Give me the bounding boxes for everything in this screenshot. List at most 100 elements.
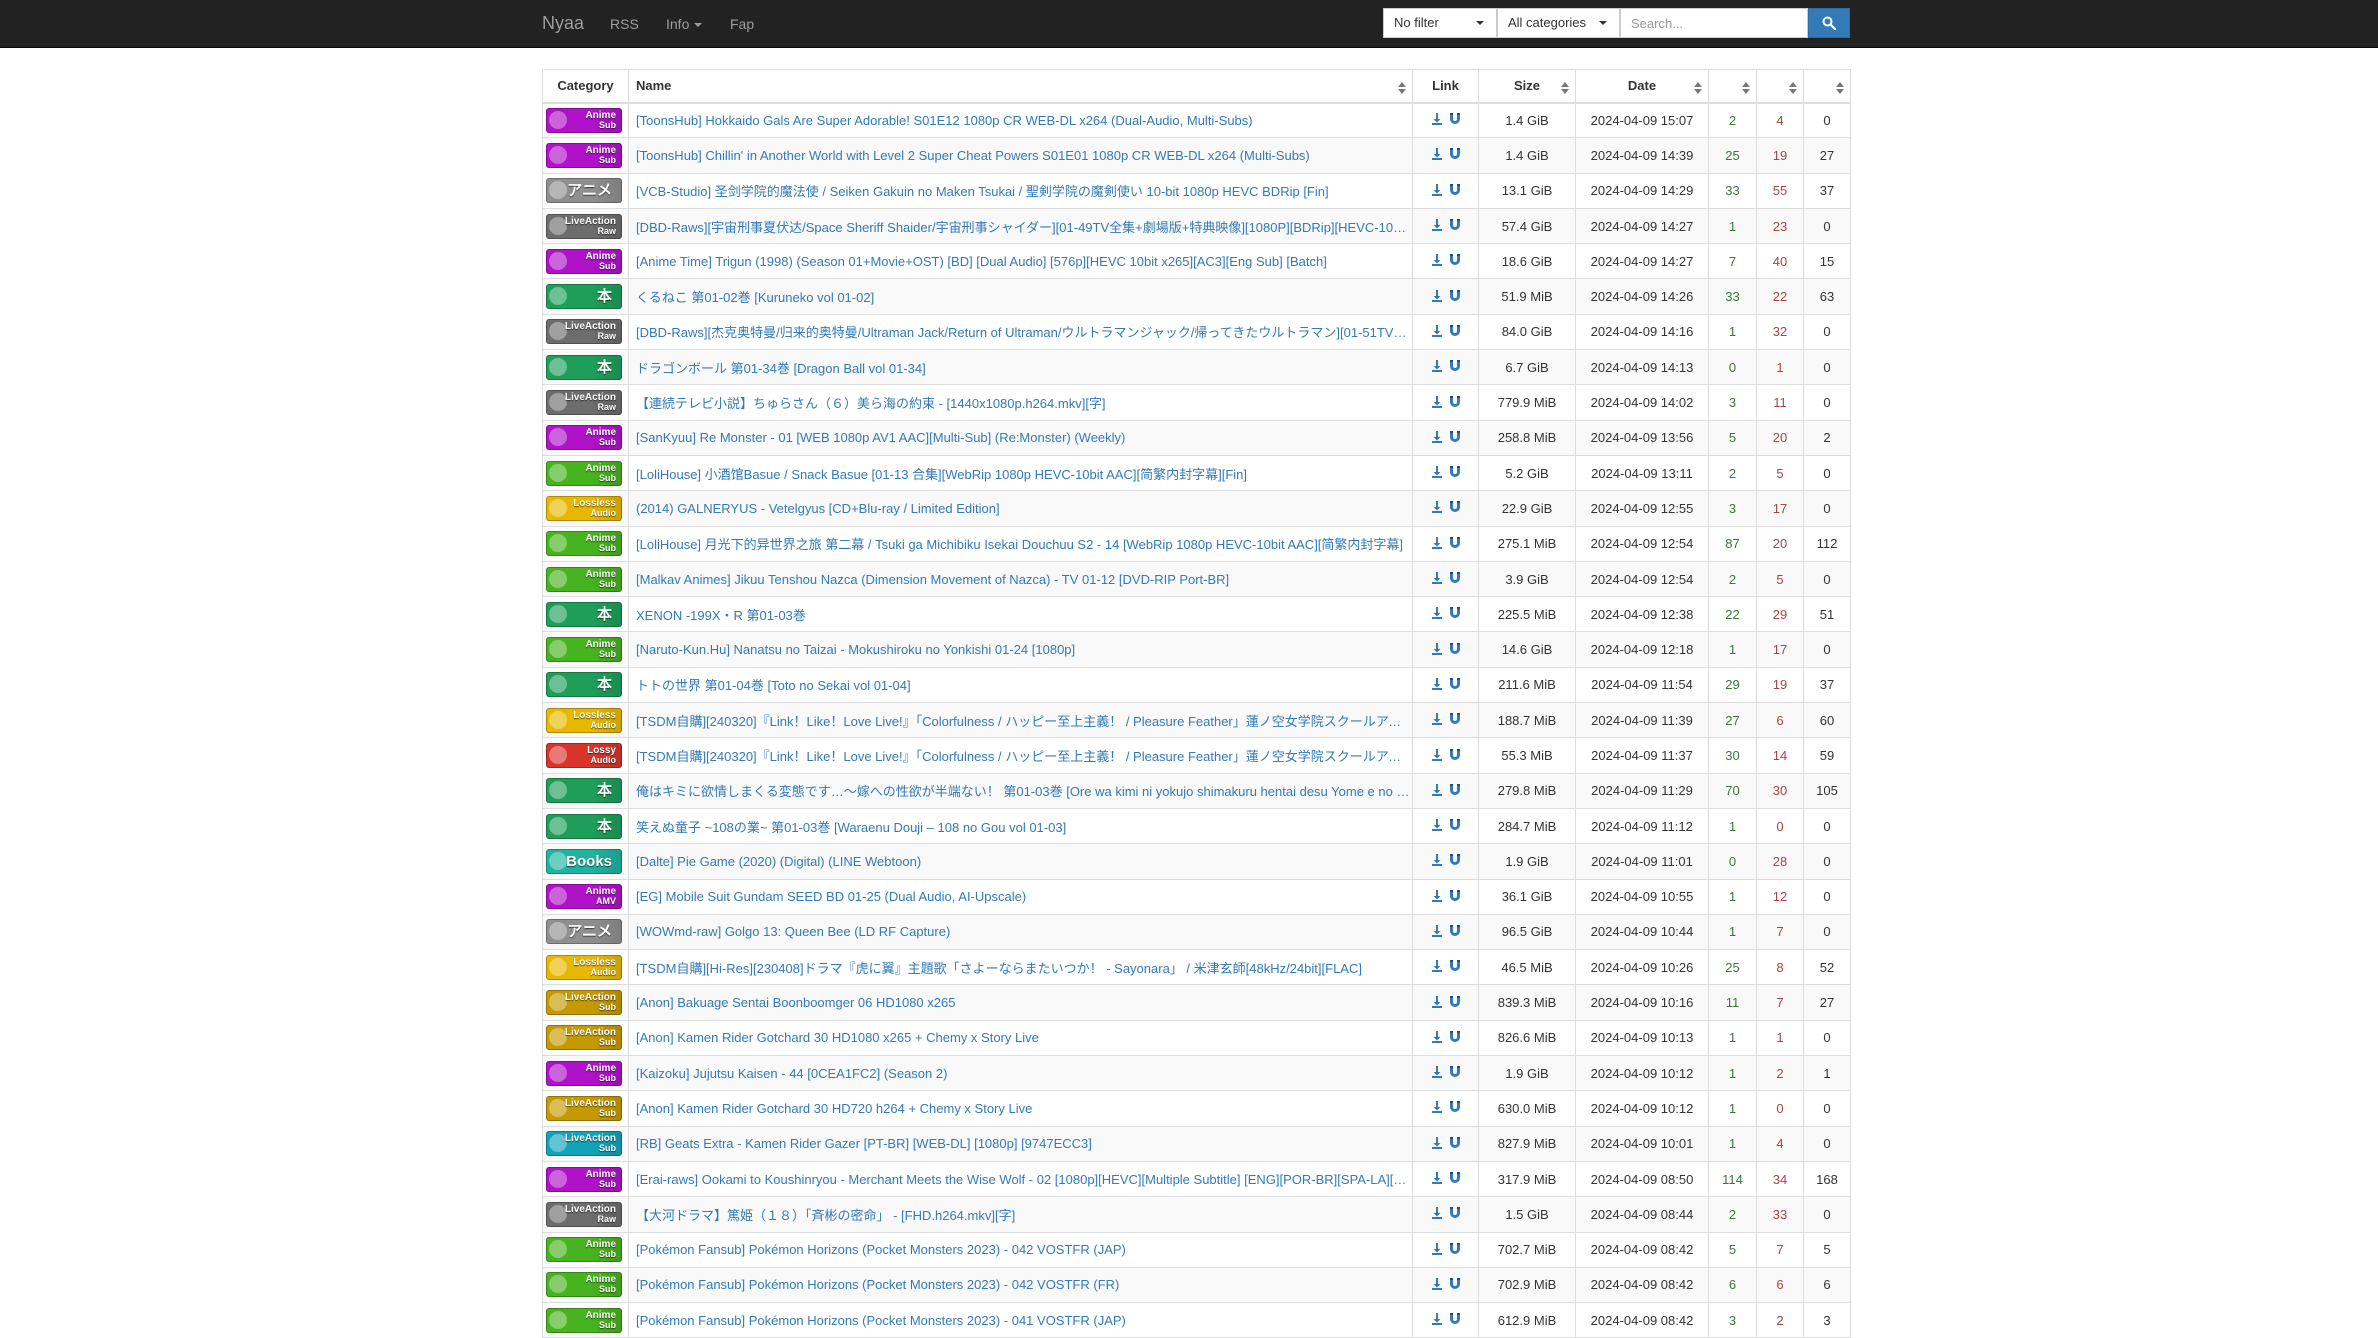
filter-select[interactable]: No filter xyxy=(1383,8,1497,38)
torrent-name-link[interactable]: [Anon] Kamen Rider Gotchard 30 HD1080 x2… xyxy=(636,1030,1039,1045)
category-badge[interactable]: LiveAction Raw xyxy=(546,319,622,345)
torrent-name-link[interactable]: [Pokémon Fansub] Pokémon Horizons (Pocke… xyxy=(636,1277,1119,1292)
download-icon[interactable] xyxy=(1431,1066,1443,1081)
category-badge[interactable]: Anime Sub xyxy=(546,1060,622,1086)
category-badge[interactable]: Anime Sub xyxy=(546,107,622,133)
magnet-icon[interactable] xyxy=(1449,572,1461,587)
category-badge[interactable]: Anime Sub xyxy=(546,1272,622,1298)
torrent-name-link[interactable]: [RB] Geats Extra - Kamen Rider Gazer [PT… xyxy=(636,1136,1092,1151)
category-badge[interactable]: 本 xyxy=(546,813,622,839)
search-input[interactable] xyxy=(1620,8,1808,38)
magnet-icon[interactable] xyxy=(1449,889,1461,905)
torrent-name-link[interactable]: [Naruto-Kun.Hu] Nanatsu no Taizai - Moku… xyxy=(636,642,1075,657)
category-badge[interactable]: LiveAction Sub xyxy=(546,990,622,1016)
magnet-icon[interactable] xyxy=(1449,1172,1461,1187)
torrent-name-link[interactable]: 俺はキミに欲情しまくる変態です…～嫁への性欲が半端ない！ 第01-03巻 [Or… xyxy=(636,784,1412,799)
download-icon[interactable] xyxy=(1431,430,1443,446)
download-icon[interactable] xyxy=(1431,536,1443,552)
category-badge[interactable]: 本 xyxy=(546,354,622,380)
magnet-icon[interactable] xyxy=(1449,1313,1461,1328)
magnet-icon[interactable] xyxy=(1449,783,1461,799)
magnet-icon[interactable] xyxy=(1449,254,1461,269)
category-badge[interactable]: 本 xyxy=(546,778,622,804)
search-button[interactable] xyxy=(1808,8,1850,38)
torrent-name-link[interactable]: 【連続テレビ小説】ちゅらさん（６）美ら海の約束 - [1440x1080p.h2… xyxy=(636,396,1106,411)
category-badge[interactable]: アニメ xyxy=(546,919,622,945)
category-badge[interactable]: Lossless Audio xyxy=(546,495,622,521)
magnet-icon[interactable] xyxy=(1449,607,1461,622)
download-icon[interactable] xyxy=(1431,1030,1443,1046)
magnet-icon[interactable] xyxy=(1449,1030,1461,1046)
download-icon[interactable] xyxy=(1431,1277,1443,1293)
magnet-icon[interactable] xyxy=(1449,219,1461,234)
magnet-icon[interactable] xyxy=(1449,1136,1461,1152)
download-icon[interactable] xyxy=(1431,748,1443,764)
magnet-icon[interactable] xyxy=(1449,1277,1461,1293)
category-badge[interactable]: 本 xyxy=(546,284,622,310)
download-icon[interactable] xyxy=(1431,1313,1443,1328)
torrent-name-link[interactable]: [SanKyuu] Re Monster - 01 [WEB 1080p AV1… xyxy=(636,430,1125,445)
category-badge[interactable]: 本 xyxy=(546,672,622,698)
download-icon[interactable] xyxy=(1431,254,1443,269)
category-badge[interactable]: Lossless Audio xyxy=(546,707,622,733)
category-badge[interactable]: LiveAction Raw xyxy=(546,390,622,416)
download-icon[interactable] xyxy=(1431,607,1443,622)
download-icon[interactable] xyxy=(1431,1101,1443,1116)
magnet-icon[interactable] xyxy=(1449,960,1461,975)
magnet-icon[interactable] xyxy=(1449,995,1461,1011)
magnet-icon[interactable] xyxy=(1449,1101,1461,1116)
category-badge[interactable]: Books xyxy=(546,848,622,874)
download-icon[interactable] xyxy=(1431,677,1443,693)
category-badge[interactable]: Lossy Audio xyxy=(546,742,622,768)
torrent-name-link[interactable]: [Malkav Animes] Jikuu Tenshou Nazca (Dim… xyxy=(636,572,1229,587)
category-badge[interactable]: Anime Sub xyxy=(546,1307,622,1333)
download-icon[interactable] xyxy=(1431,113,1443,128)
download-icon[interactable] xyxy=(1431,1242,1443,1258)
download-icon[interactable] xyxy=(1431,360,1443,375)
download-icon[interactable] xyxy=(1431,572,1443,587)
download-icon[interactable] xyxy=(1431,289,1443,305)
torrent-name-link[interactable]: [DBD-Raws][杰克奥特曼/归来的奥特曼/Ultraman Jack/Re… xyxy=(636,325,1412,340)
category-badge[interactable]: Anime Sub xyxy=(546,142,622,168)
download-icon[interactable] xyxy=(1431,466,1443,481)
torrent-name-link[interactable]: [WOWmd-raw] Golgo 13: Queen Bee (LD RF C… xyxy=(636,924,950,939)
torrent-name-link[interactable]: [ToonsHub] Chillin' in Another World wit… xyxy=(636,148,1310,163)
torrent-name-link[interactable]: トトの世界 第01-04巻 [Toto no Sekai vol 01-04] xyxy=(636,678,911,693)
header-date[interactable]: Date xyxy=(1575,69,1709,104)
torrent-name-link[interactable]: 笑えぬ童子 ~108の業~ 第01-03巻 [Waraenu Douji – 1… xyxy=(636,820,1066,835)
magnet-icon[interactable] xyxy=(1449,819,1461,834)
torrent-name-link[interactable]: [EG] Mobile Suit Gundam SEED BD 01-25 (D… xyxy=(636,889,1026,904)
download-icon[interactable] xyxy=(1431,995,1443,1011)
category-badge[interactable]: Anime Sub xyxy=(546,248,622,274)
torrent-name-link[interactable]: [DBD-Raws][宇宙刑事夏伏达/Space Sheriff Shaider… xyxy=(636,220,1412,235)
torrent-name-link[interactable]: [Kaizoku] Jujutsu Kaisen - 44 [0CEA1FC2]… xyxy=(636,1066,947,1081)
download-icon[interactable] xyxy=(1431,324,1443,340)
download-icon[interactable] xyxy=(1431,854,1443,869)
magnet-icon[interactable] xyxy=(1449,360,1461,375)
torrent-name-link[interactable]: 【大河ドラマ】篤姫（１８）「斉彬の密命」 - [FHD.h264.mkv][字] xyxy=(636,1208,1015,1223)
torrent-name-link[interactable]: XENON -199X・R 第01-03巻 xyxy=(636,608,806,623)
category-select[interactable]: All categories xyxy=(1497,8,1620,38)
download-icon[interactable] xyxy=(1431,889,1443,905)
torrent-name-link[interactable]: [TSDM自購][240320]『Link！Like！Love Live!』「C… xyxy=(636,749,1412,764)
download-icon[interactable] xyxy=(1431,960,1443,975)
category-badge[interactable]: Anime Sub xyxy=(546,460,622,486)
magnet-icon[interactable] xyxy=(1449,536,1461,552)
magnet-icon[interactable] xyxy=(1449,395,1461,411)
category-badge[interactable]: 本 xyxy=(546,601,622,627)
magnet-icon[interactable] xyxy=(1449,466,1461,481)
download-icon[interactable] xyxy=(1431,183,1443,199)
magnet-icon[interactable] xyxy=(1449,324,1461,340)
torrent-name-link[interactable]: [LoliHouse] 小酒馆Basue / Snack Basue [01-1… xyxy=(636,467,1247,482)
nav-info-dropdown[interactable]: Info xyxy=(666,16,703,32)
magnet-icon[interactable] xyxy=(1449,748,1461,764)
torrent-name-link[interactable]: くるねこ 第01-02巻 [Kuruneko vol 01-02] xyxy=(636,290,874,305)
nav-fap[interactable]: Fap xyxy=(730,16,754,32)
download-icon[interactable] xyxy=(1431,395,1443,411)
download-icon[interactable] xyxy=(1431,783,1443,799)
category-badge[interactable]: LiveAction Sub xyxy=(546,1095,622,1121)
torrent-name-link[interactable]: [Anime Time] Trigun (1998) (Season 01+Mo… xyxy=(636,254,1327,269)
header-name[interactable]: Name xyxy=(628,69,1413,104)
nav-rss[interactable]: RSS xyxy=(610,16,639,32)
category-badge[interactable]: LiveAction Sub xyxy=(546,1131,622,1157)
